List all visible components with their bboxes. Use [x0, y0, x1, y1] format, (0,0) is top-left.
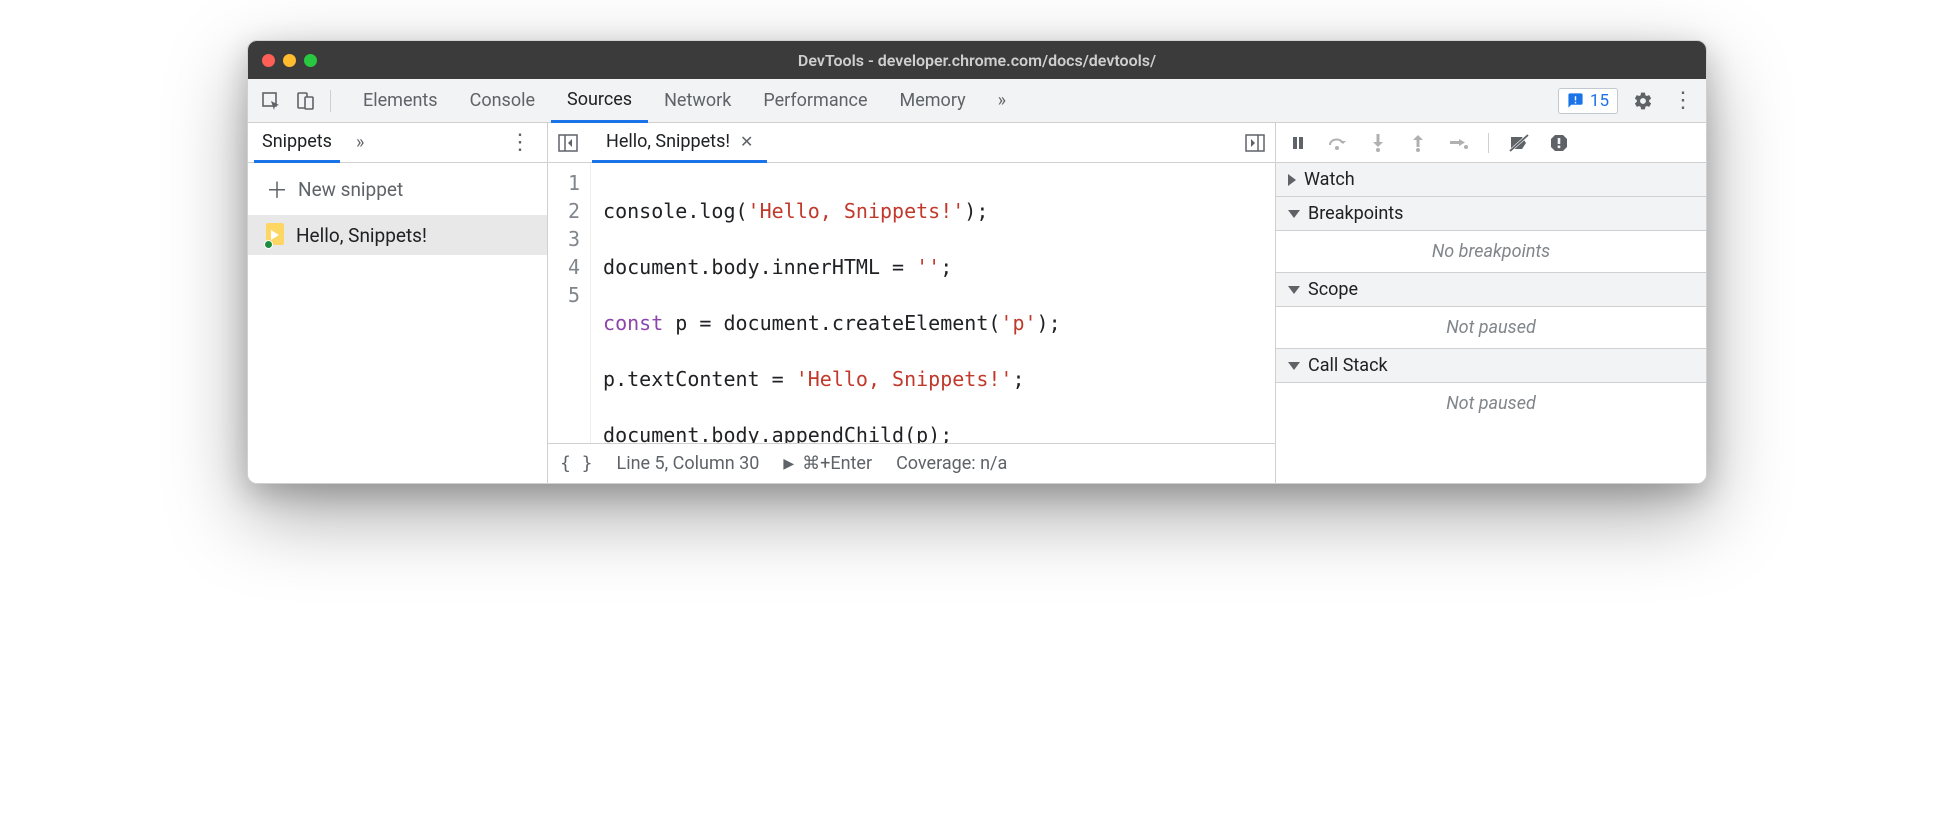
- new-snippet-button[interactable]: ＋ New snippet: [248, 163, 547, 215]
- snippet-file-icon: [266, 223, 286, 247]
- scope-body: Not paused: [1276, 307, 1706, 349]
- editor-file-tab[interactable]: Hello, Snippets! ✕: [592, 123, 767, 163]
- navigator-more-menu-icon[interactable]: ⋮: [499, 130, 541, 155]
- code-content: console.log('Hello, Snippets!'); documen…: [591, 163, 1073, 443]
- main-toolbar: Elements Console Sources Network Perform…: [248, 79, 1706, 123]
- tab-performance[interactable]: Performance: [747, 79, 883, 123]
- navigator-tab-snippets[interactable]: Snippets: [254, 123, 340, 163]
- panel-tabs: Elements Console Sources Network Perform…: [347, 79, 1022, 123]
- coverage-status: Coverage: n/a: [896, 453, 1007, 474]
- issues-badge[interactable]: 15: [1558, 88, 1618, 114]
- collapse-icon: [1288, 362, 1300, 370]
- titlebar: DevTools - developer.chrome.com/docs/dev…: [248, 41, 1706, 79]
- collapse-icon: [1288, 210, 1300, 218]
- tabs-overflow-icon[interactable]: »: [982, 79, 1022, 123]
- tab-network[interactable]: Network: [648, 79, 747, 123]
- line-number: 4: [568, 253, 580, 281]
- step-out-icon[interactable]: [1406, 131, 1430, 155]
- line-gutter: 1 2 3 4 5: [548, 163, 591, 443]
- run-shortcut-label: ⌘+Enter: [802, 453, 872, 474]
- step-over-icon[interactable]: [1326, 131, 1350, 155]
- code-line: document.body.innerHTML = '';: [603, 253, 1061, 281]
- issues-count: 15: [1590, 91, 1609, 111]
- pause-script-icon[interactable]: [1286, 131, 1310, 155]
- code-line: console.log('Hello, Snippets!');: [603, 197, 1061, 225]
- hide-navigator-icon[interactable]: [554, 129, 582, 157]
- code-editor[interactable]: 1 2 3 4 5 console.log('Hello, Snippets!'…: [548, 163, 1275, 443]
- close-window-button[interactable]: [262, 54, 275, 67]
- play-icon: ▶: [783, 456, 794, 472]
- watch-section-header[interactable]: Watch: [1276, 163, 1706, 197]
- hide-debugger-icon[interactable]: [1241, 129, 1269, 157]
- deactivate-breakpoints-icon[interactable]: [1507, 131, 1531, 155]
- minimize-window-button[interactable]: [283, 54, 296, 67]
- run-snippet-button[interactable]: ▶ ⌘+Enter: [783, 453, 872, 474]
- expand-icon: [1288, 174, 1296, 186]
- breakpoints-body: No breakpoints: [1276, 231, 1706, 273]
- line-number: 2: [568, 197, 580, 225]
- editor-tab-label: Hello, Snippets!: [606, 131, 730, 152]
- scope-section-header[interactable]: Scope: [1276, 273, 1706, 307]
- navigator-tabs-overflow-icon[interactable]: »: [348, 132, 372, 153]
- traffic-lights: [262, 54, 317, 67]
- plus-icon: ＋: [266, 173, 288, 205]
- watch-title: Watch: [1304, 169, 1355, 190]
- line-number: 5: [568, 281, 580, 309]
- new-snippet-label: New snippet: [298, 178, 403, 201]
- code-line: document.body.appendChild(p);: [603, 421, 1061, 443]
- code-line: p.textContent = 'Hello, Snippets!';: [603, 365, 1061, 393]
- tab-console[interactable]: Console: [454, 79, 551, 123]
- line-number: 3: [568, 225, 580, 253]
- device-toolbar-icon[interactable]: [290, 86, 320, 116]
- more-menu-icon[interactable]: ⋮: [1668, 86, 1698, 116]
- navigator-header: Snippets » ⋮: [248, 123, 547, 163]
- editor-footer: { } Line 5, Column 30 ▶ ⌘+Enter Coverage…: [548, 443, 1275, 483]
- pause-on-exceptions-icon[interactable]: [1547, 131, 1571, 155]
- tab-memory[interactable]: Memory: [884, 79, 982, 123]
- settings-icon[interactable]: [1628, 86, 1658, 116]
- inspect-element-icon[interactable]: [256, 86, 286, 116]
- callstack-body: Not paused: [1276, 383, 1706, 424]
- tab-sources[interactable]: Sources: [551, 79, 648, 123]
- breakpoints-title: Breakpoints: [1308, 203, 1403, 224]
- scope-title: Scope: [1308, 279, 1358, 300]
- collapse-icon: [1288, 286, 1300, 294]
- cursor-position: Line 5, Column 30: [617, 453, 760, 474]
- step-icon[interactable]: [1446, 131, 1470, 155]
- snippet-item-label: Hello, Snippets!: [296, 224, 427, 247]
- code-line: const p = document.createElement('p');: [603, 309, 1061, 337]
- toolbar-right: 15 ⋮: [1558, 86, 1698, 116]
- devtools-window: DevTools - developer.chrome.com/docs/dev…: [247, 40, 1707, 484]
- toolbar-separator: [330, 90, 331, 112]
- editor-pane: Hello, Snippets! ✕ 1 2 3 4 5 console.log…: [548, 123, 1276, 483]
- tab-elements[interactable]: Elements: [347, 79, 454, 123]
- debugger-separator: [1488, 133, 1489, 153]
- pretty-print-icon[interactable]: { }: [560, 453, 593, 474]
- debugger-pane: Watch Breakpoints No breakpoints Scope N…: [1276, 123, 1706, 483]
- line-number: 1: [568, 169, 580, 197]
- window-title: DevTools - developer.chrome.com/docs/dev…: [248, 51, 1706, 70]
- issues-icon: [1567, 92, 1584, 109]
- editor-header: Hello, Snippets! ✕: [548, 123, 1275, 163]
- callstack-title: Call Stack: [1308, 355, 1388, 376]
- sources-panel: Snippets » ⋮ ＋ New snippet Hello, Snippe…: [248, 123, 1706, 483]
- snippet-list-item[interactable]: Hello, Snippets!: [248, 215, 547, 255]
- debugger-toolbar: [1276, 123, 1706, 163]
- step-into-icon[interactable]: [1366, 131, 1390, 155]
- maximize-window-button[interactable]: [304, 54, 317, 67]
- navigator-body: ＋ New snippet Hello, Snippets!: [248, 163, 547, 483]
- breakpoints-section-header[interactable]: Breakpoints: [1276, 197, 1706, 231]
- close-tab-icon[interactable]: ✕: [740, 132, 753, 151]
- navigator-pane: Snippets » ⋮ ＋ New snippet Hello, Snippe…: [248, 123, 548, 483]
- callstack-section-header[interactable]: Call Stack: [1276, 349, 1706, 383]
